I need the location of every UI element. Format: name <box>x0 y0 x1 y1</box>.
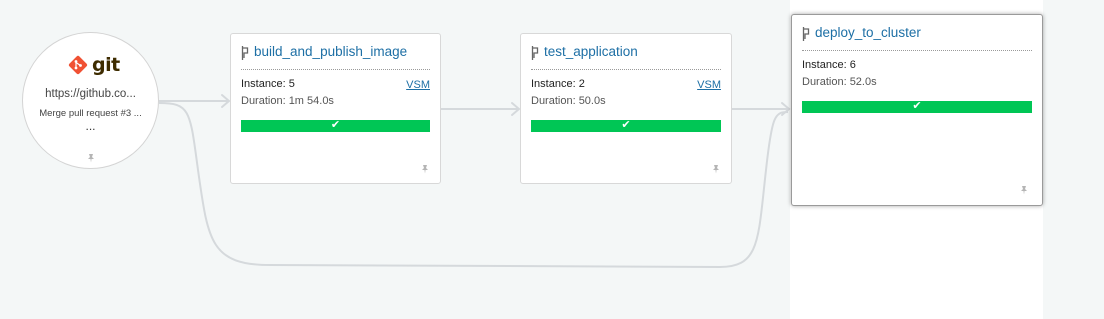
stage-instance: Instance: 2 <box>531 78 585 90</box>
pin-icon[interactable] <box>86 150 96 163</box>
stage-name-link[interactable]: build_and_publish_image <box>254 44 407 59</box>
stage-instance: Instance: 6 <box>802 59 856 71</box>
stage-card-build-and-publish-image[interactable]: build_and_publish_image Instance: 5 Dura… <box>230 33 441 184</box>
git-logo-icon <box>68 55 88 75</box>
git-logo: git <box>68 54 120 76</box>
vsm-link[interactable]: VSM <box>697 79 721 91</box>
check-icon: ✔ <box>912 100 922 112</box>
stage-status-bar-passed[interactable]: ✔ <box>531 119 721 132</box>
vsm-link[interactable]: VSM <box>406 79 430 91</box>
check-icon: ✔ <box>330 119 341 131</box>
pin-icon[interactable] <box>1019 182 1029 195</box>
stage-status-bar-passed[interactable]: ✔ <box>241 119 430 132</box>
stage-duration: Duration: 50.0s <box>531 95 606 107</box>
stage-header: deploy_to_cluster <box>802 24 1032 51</box>
stage-instance: Instance: 5 <box>241 78 295 90</box>
git-logo-text: git <box>92 54 120 76</box>
stage-card-test-application[interactable]: test_application Instance: 2 Duration: 5… <box>520 33 732 184</box>
material-commit-message: Merge pull request #3 ... <box>39 108 142 119</box>
material-node-git[interactable]: git https://github.co... Merge pull requ… <box>22 32 159 169</box>
stage-card-deploy-to-cluster[interactable]: deploy_to_cluster Instance: 6 Duration: … <box>791 14 1043 206</box>
material-url: https://github.co... <box>45 88 136 100</box>
stage-header: build_and_publish_image <box>241 43 430 70</box>
stage-duration: Duration: 1m 54.0s <box>241 95 334 107</box>
stage-duration: Duration: 52.0s <box>802 76 877 88</box>
stage-name-link[interactable]: deploy_to_cluster <box>815 25 921 40</box>
pin-icon[interactable] <box>711 161 721 174</box>
material-more-indicator[interactable]: ... <box>23 119 158 133</box>
stage-name-link[interactable]: test_application <box>544 44 638 59</box>
stage-header: test_application <box>531 43 721 70</box>
check-icon: ✔ <box>621 119 631 131</box>
pipeline-stage-icon <box>802 26 811 47</box>
pipeline-stage-icon <box>241 45 250 66</box>
pin-icon[interactable] <box>420 161 430 174</box>
pipeline-stage-icon <box>531 45 540 66</box>
stage-status-bar-passed[interactable]: ✔ <box>802 100 1032 113</box>
